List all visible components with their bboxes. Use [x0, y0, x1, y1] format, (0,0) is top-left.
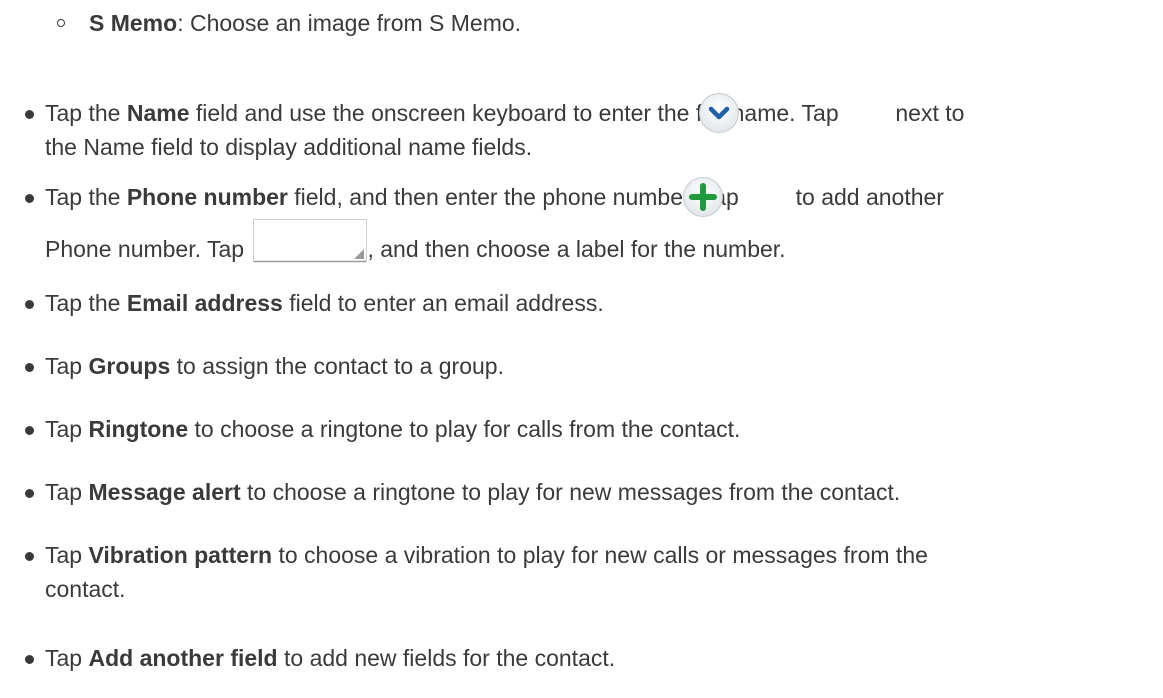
term-phone-number: Phone number: [126, 184, 288, 210]
bullet: [25, 300, 34, 309]
item-text: Phone number. Tap: [45, 236, 251, 262]
list-item-name: Tap the Name field and use the onscreen …: [45, 102, 964, 125]
dropdown-label-icon[interactable]: [253, 219, 368, 263]
bullet: [25, 489, 34, 498]
list-item-email: Tap the Email address field to enter an …: [45, 292, 604, 315]
item-text: Tap: [45, 645, 89, 671]
chevron-down-icon[interactable]: [698, 92, 740, 134]
item-text: , and then choose a label for the number…: [367, 236, 786, 262]
list-item-phone: Tap the Phone number field, and then ent…: [45, 186, 944, 209]
plus-icon[interactable]: [682, 176, 724, 218]
term-ringtone: Ringtone: [88, 416, 189, 442]
list-item-vibration-cont: contact.: [45, 578, 126, 601]
list-item-add-field: Tap Add another field to add new fields …: [45, 647, 615, 670]
list-item-s-memo: S Memo: Choose an image from S Memo.: [89, 12, 521, 35]
list-item-ringtone: Tap Ringtone to choose a ringtone to pla…: [45, 418, 740, 441]
bullet: [25, 363, 34, 372]
item-text: contact.: [45, 576, 126, 602]
item-text: to choose a vibration to play for new ca…: [272, 542, 928, 568]
item-text: next to: [889, 100, 965, 126]
item-text: to add another: [789, 184, 944, 210]
bullet: [25, 552, 34, 561]
list-item-vibration: Tap Vibration pattern to choose a vibrat…: [45, 544, 928, 567]
sub-bullet: [57, 19, 65, 27]
item-text: to add new fields for the contact.: [277, 645, 616, 671]
item-text: : Choose an image from S Memo.: [177, 10, 522, 36]
term-name: Name: [126, 100, 190, 126]
bullet: [25, 194, 34, 203]
list-item-groups: Tap Groups to assign the contact to a gr…: [45, 355, 504, 378]
item-text: field, and then enter the phone number. …: [287, 184, 746, 210]
item-text: the Name field to display additional nam…: [45, 134, 533, 160]
term-message-alert: Message alert: [88, 479, 241, 505]
term-vibration-pattern: Vibration pattern: [88, 542, 273, 568]
list-item-phone-cont: Phone number. Tap , and then choose a la…: [45, 238, 786, 261]
item-text: to choose a ringtone to play for calls f…: [188, 416, 741, 442]
bullet: [25, 655, 34, 664]
term-add-another-field: Add another field: [88, 645, 278, 671]
term-email-address: Email address: [126, 290, 283, 316]
item-text: Tap the: [45, 290, 127, 316]
item-text: Tap the: [45, 184, 127, 210]
item-text: Tap: [45, 542, 89, 568]
item-text: Tap: [45, 479, 89, 505]
term-groups: Groups: [88, 353, 171, 379]
bullet: [25, 110, 34, 119]
item-text: to assign the contact to a group.: [170, 353, 504, 379]
item-text: Tap: [45, 353, 89, 379]
item-text: Tap: [45, 416, 89, 442]
term-s-memo: S Memo: [89, 10, 178, 36]
list-item-name-cont: the Name field to display additional nam…: [45, 136, 532, 159]
item-text: Tap the: [45, 100, 127, 126]
item-text: field to enter an email address.: [282, 290, 604, 316]
item-text: to choose a ringtone to play for new mes…: [240, 479, 901, 505]
item-text: field and use the onscreen keyboard to e…: [189, 100, 845, 126]
list-item-message-alert: Tap Message alert to choose a ringtone t…: [45, 481, 900, 504]
bullet: [25, 426, 34, 435]
